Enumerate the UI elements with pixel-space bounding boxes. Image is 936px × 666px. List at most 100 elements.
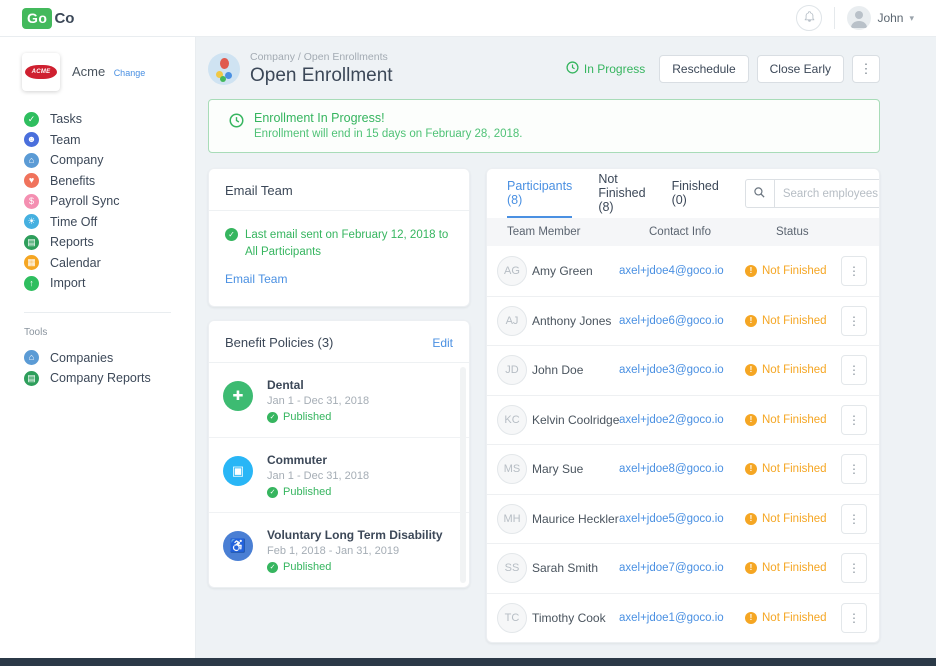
sidebar-tool-item-label: Company Reports [50, 371, 151, 385]
edit-policies-link[interactable]: Edit [432, 336, 453, 350]
clock-icon [566, 61, 579, 77]
policy-dates: Jan 1 - Dec 31, 2018 [267, 395, 369, 407]
row-kebab-menu-button[interactable]: ⋮ [841, 504, 867, 534]
row-kebab-menu-button[interactable]: ⋮ [841, 405, 867, 435]
topbar-right: John ▾ [796, 5, 914, 31]
member-status: ! Not Finished [745, 364, 841, 376]
sidebar: ACME Acme Change ✓ Tasks ☻ Team [0, 37, 196, 658]
sidebar-item[interactable]: ♥ Benefits [0, 171, 195, 192]
avatar: KC [497, 405, 527, 435]
tools-section-label: Tools [0, 327, 195, 338]
table-header: Team Member Contact Info Status [487, 218, 879, 246]
team-icon: ☻ [24, 132, 39, 147]
search-input[interactable] [775, 179, 880, 208]
status-label: In Progress [584, 62, 645, 76]
kebab-icon: ⋮ [860, 61, 873, 76]
member-email-link[interactable]: axel+jdoe7@goco.io [619, 562, 745, 574]
member-status: ! Not Finished [745, 315, 841, 327]
email-team-link[interactable]: Email Team [225, 272, 287, 286]
sidebar-item[interactable]: ☀ Time Off [0, 212, 195, 233]
row-kebab-menu-button[interactable]: ⋮ [841, 454, 867, 484]
acme-logo: ACME [25, 65, 58, 79]
goco-logo[interactable]: Go Co [22, 8, 74, 29]
warning-icon: ! [745, 364, 757, 376]
sidebar-item-label: Time Off [50, 215, 97, 229]
member-email-link[interactable]: axel+jdoe8@goco.io [619, 463, 745, 475]
sidebar-item[interactable]: ⌂ Company [0, 150, 195, 171]
sidebar-item-label: Tasks [50, 112, 82, 126]
kebab-icon: ⋮ [848, 611, 860, 625]
participants-tab[interactable]: Not Finished (8) [598, 169, 645, 218]
company-reports-icon: ▤ [24, 371, 39, 386]
header-kebab-menu-button[interactable]: ⋮ [852, 55, 880, 83]
table-row: TC Timothy Cook axel+jdoe1@goco.io ! Not… [487, 593, 879, 643]
breadcrumb-open-enrollments[interactable]: Open Enrollments [304, 51, 388, 63]
company-logo[interactable]: ACME [22, 53, 60, 91]
sidebar-item[interactable]: ↑ Import [0, 273, 195, 294]
warning-icon: ! [745, 463, 757, 475]
member-name: John Doe [532, 363, 619, 377]
row-kebab-menu-button[interactable]: ⋮ [841, 553, 867, 583]
policy-name: Dental [267, 378, 369, 392]
last-email-status: ✓ Last email sent on February 12, 2018 t… [225, 227, 453, 260]
policy-item[interactable]: ▣ Commuter Jan 1 - Dec 31, 2018 ✓ Publis… [209, 437, 469, 512]
sidebar-tool-item[interactable]: ▤ Company Reports [0, 368, 195, 389]
member-status: ! Not Finished [745, 265, 841, 277]
policy-item[interactable]: ✚ Dental Jan 1 - Dec 31, 2018 ✓ Publishe… [209, 363, 469, 437]
kebab-icon: ⋮ [848, 413, 860, 427]
policy-dates: Feb 1, 2018 - Jan 31, 2019 [267, 545, 443, 557]
member-email-link[interactable]: axel+jdoe2@goco.io [619, 414, 745, 426]
table-row: SS Sarah Smith axel+jdoe7@goco.io ! Not … [487, 543, 879, 593]
row-kebab-menu-button[interactable]: ⋮ [841, 355, 867, 385]
notifications-button[interactable] [796, 5, 822, 31]
sidebar-tool-item[interactable]: ⌂ Companies [0, 348, 195, 369]
sidebar-item-label: Reports [50, 235, 94, 249]
row-kebab-menu-button[interactable]: ⋮ [841, 306, 867, 336]
member-email-link[interactable]: axel+jdoe6@goco.io [619, 315, 745, 327]
policy-status: ✓ Published [267, 411, 369, 423]
member-email-link[interactable]: axel+jdoe3@goco.io [619, 364, 745, 376]
enrollment-balloons-icon [208, 53, 240, 85]
search-button[interactable] [745, 179, 775, 208]
payroll-sync-icon: $ [24, 194, 39, 209]
chevron-down-icon: ▾ [909, 13, 914, 24]
page-header: Company / Open Enrollments Open Enrollme… [208, 47, 880, 91]
row-kebab-menu-button[interactable]: ⋮ [841, 256, 867, 286]
policies-scrollbar[interactable] [460, 367, 466, 583]
sidebar-divider [24, 312, 171, 313]
member-email-link[interactable]: axel+jdoe1@goco.io [619, 612, 745, 624]
sidebar-item-label: Benefits [50, 174, 95, 188]
tasks-icon: ✓ [24, 112, 39, 127]
sidebar-item[interactable]: ✓ Tasks [0, 109, 195, 130]
sidebar-tools-nav: ⌂ Companies ▤ Company Reports [0, 348, 195, 389]
check-icon: ✓ [267, 562, 278, 573]
column-status: Status [776, 226, 809, 238]
reschedule-button[interactable]: Reschedule [659, 55, 748, 83]
table-row: JD John Doe axel+jdoe3@goco.io ! Not Fin… [487, 345, 879, 395]
policy-item[interactable]: ♿ Voluntary Long Term Disability Feb 1, … [209, 512, 469, 587]
participants-tab[interactable]: Finished (0) [672, 169, 719, 218]
member-email-link[interactable]: axel+jdoe4@goco.io [619, 265, 745, 277]
member-email-link[interactable]: axel+jdoe5@goco.io [619, 513, 745, 525]
kebab-icon: ⋮ [848, 264, 860, 278]
user-menu[interactable]: John ▾ [847, 6, 914, 30]
sidebar-item[interactable]: ▦ Calendar [0, 253, 195, 274]
breadcrumb-company[interactable]: Company [250, 51, 295, 63]
check-icon: ✓ [267, 487, 278, 498]
app-window: Go Co John ▾ ACME [0, 0, 936, 666]
sidebar-item[interactable]: ☻ Team [0, 130, 195, 151]
sidebar-item[interactable]: $ Payroll Sync [0, 191, 195, 212]
change-company-link[interactable]: Change [114, 68, 146, 78]
benefit-policies-card: Benefit Policies (3) Edit ✚ Dental J [208, 320, 470, 588]
participants-tab[interactable]: Participants (8) [507, 169, 572, 218]
reports-icon: ▤ [24, 235, 39, 250]
sidebar-item[interactable]: ▤ Reports [0, 232, 195, 253]
sidebar-item-label: Payroll Sync [50, 194, 119, 208]
kebab-icon: ⋮ [848, 462, 860, 476]
topbar-divider [834, 7, 835, 29]
kebab-icon: ⋮ [848, 314, 860, 328]
member-name: Kelvin Coolridge [532, 413, 619, 427]
close-early-button[interactable]: Close Early [757, 55, 844, 83]
row-kebab-menu-button[interactable]: ⋮ [841, 603, 867, 633]
warning-icon: ! [745, 414, 757, 426]
